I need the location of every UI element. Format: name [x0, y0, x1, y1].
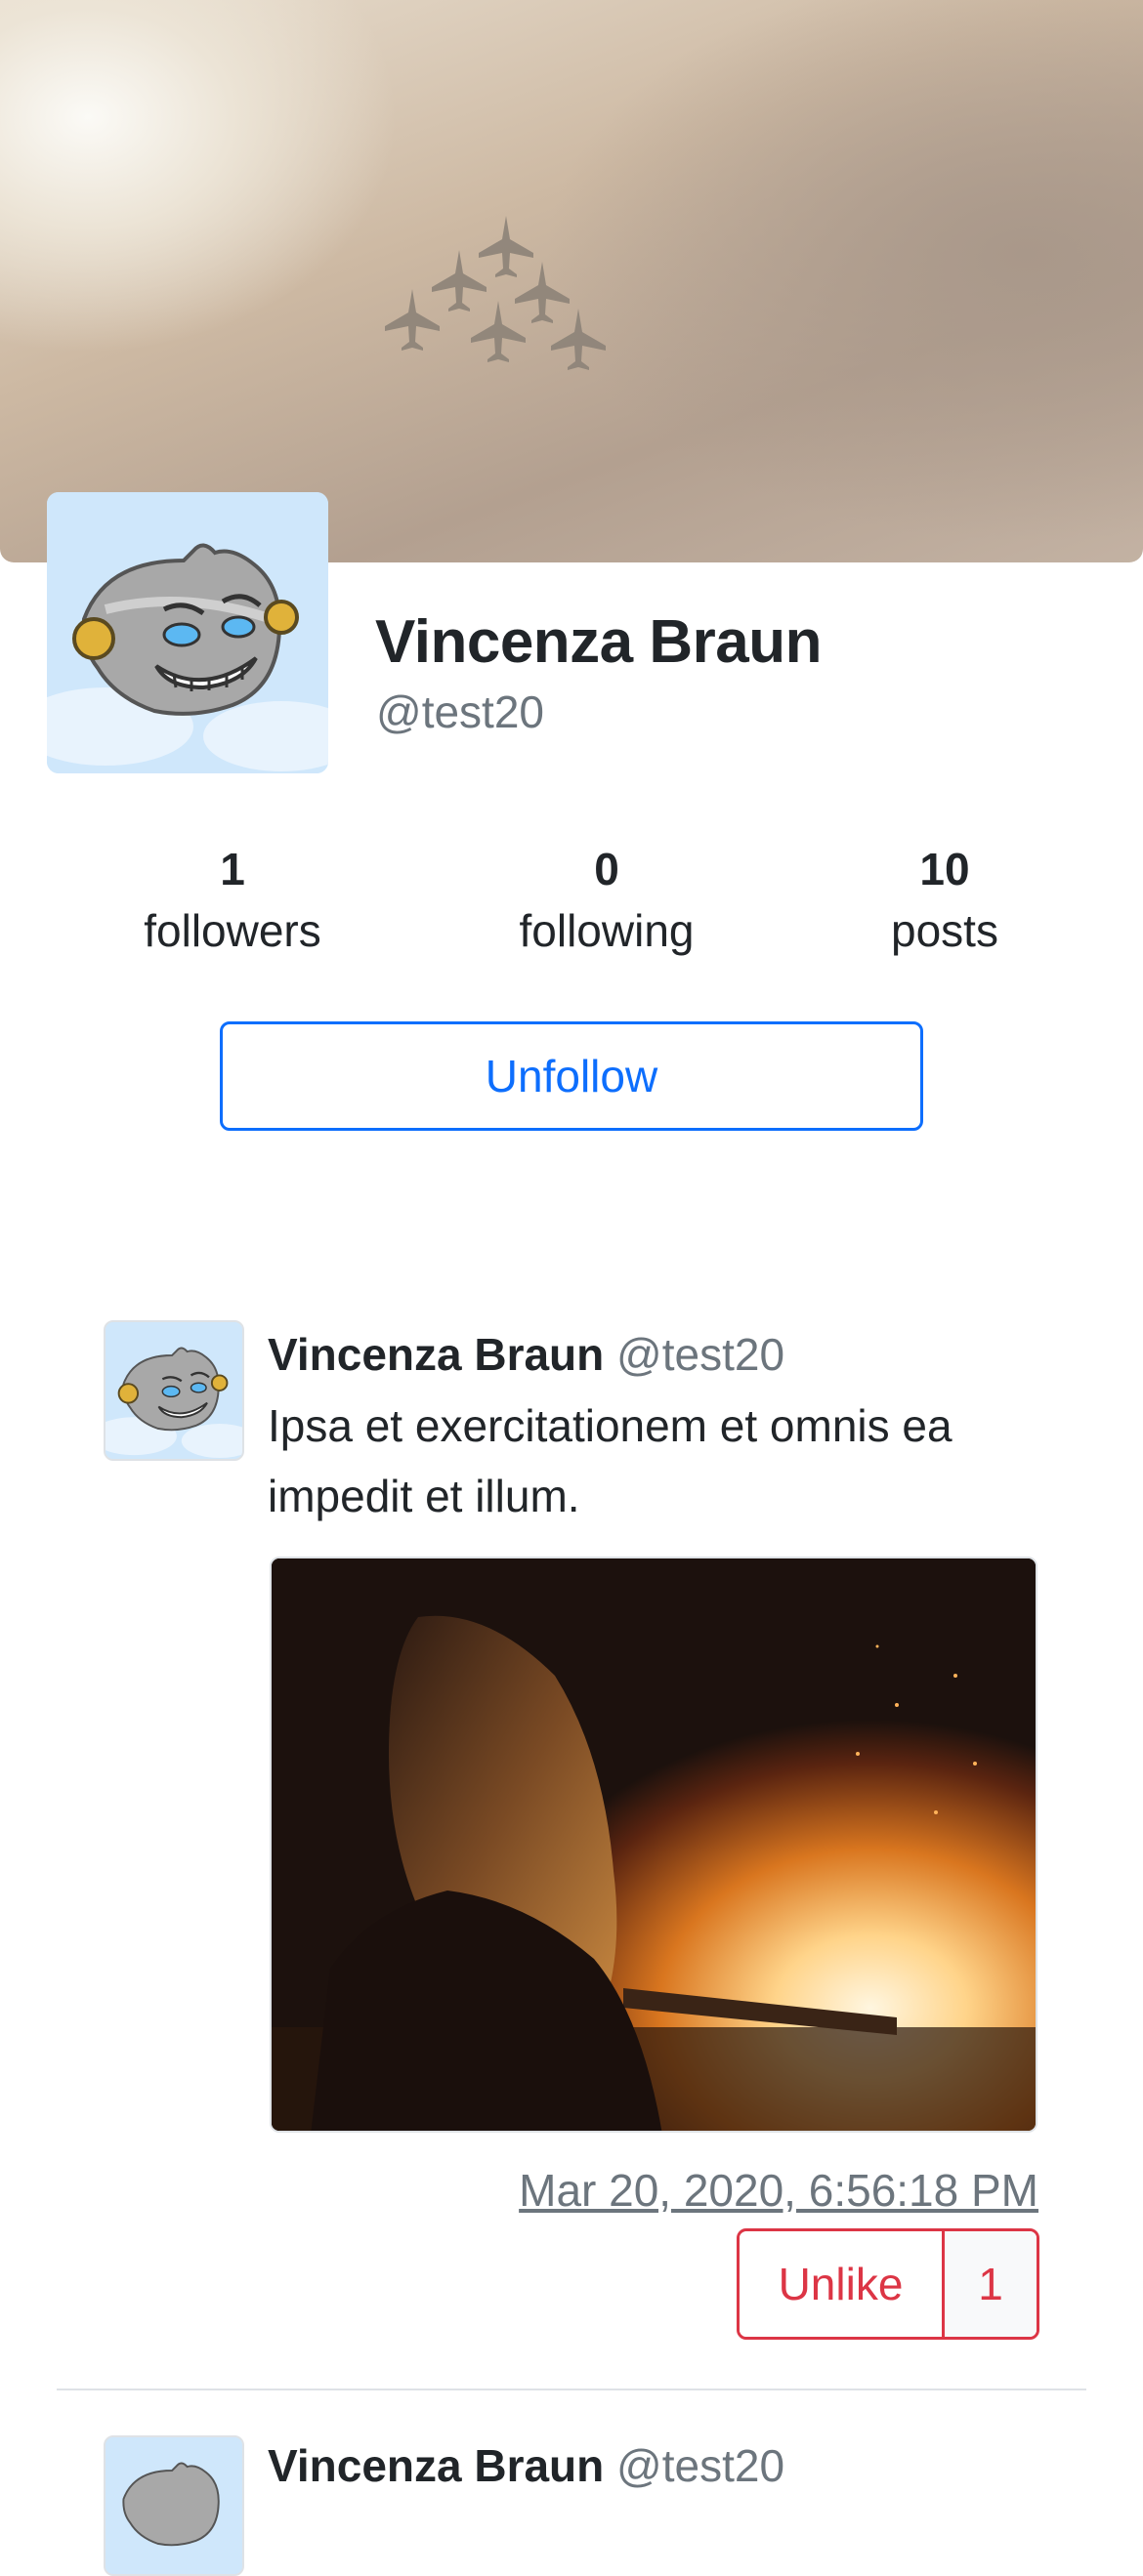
stat-value: 1: [220, 844, 245, 894]
robot-avatar-icon: [47, 492, 328, 773]
post-author-avatar[interactable]: [104, 2435, 244, 2576]
profile-name: Vincenza Braun: [375, 608, 823, 676]
post-date-link[interactable]: Mar 20, 2020, 6:56:18 PM: [519, 2164, 1038, 2217]
post-divider: [57, 2389, 1086, 2390]
like-button-group: Unlike 1: [737, 2228, 1039, 2340]
post-image: [270, 1557, 1037, 2133]
post-author-handle: @test20: [616, 2440, 785, 2491]
post-author-name: Vincenza Braun: [268, 1329, 605, 1380]
robot-avatar-icon: [106, 2437, 242, 2574]
stat-following[interactable]: 0 following: [460, 842, 753, 965]
jet-formation-icon: [385, 216, 606, 370]
post-author-name: Vincenza Braun: [268, 2440, 605, 2491]
like-count: 1: [945, 2231, 1037, 2337]
stat-followers[interactable]: 1 followers: [86, 842, 379, 965]
stat-value: 0: [594, 844, 619, 894]
stat-value: 10: [919, 844, 970, 894]
unfollow-button[interactable]: Unfollow: [220, 1021, 923, 1131]
post-text: Ipsa et exercitationem et omnis ea imped…: [268, 1400, 952, 1521]
stat-posts[interactable]: 10 posts: [798, 842, 1091, 965]
post-author-avatar[interactable]: [104, 1320, 244, 1461]
stat-label: followers: [144, 905, 321, 956]
post-author-handle: @test20: [616, 1329, 785, 1380]
post-author[interactable]: Vincenza Braun @test20: [268, 2439, 784, 2492]
unlike-button[interactable]: Unlike: [740, 2231, 945, 2337]
profile-avatar: [47, 492, 328, 773]
stat-label: following: [519, 905, 695, 956]
bonfire-photo: [272, 1558, 1036, 2131]
cover-image: [0, 0, 1143, 562]
stat-label: posts: [891, 905, 998, 956]
profile-handle: @test20: [376, 686, 545, 737]
robot-avatar-icon: [106, 1322, 242, 1459]
post-author[interactable]: Vincenza Braun @test20: [268, 1328, 784, 1381]
